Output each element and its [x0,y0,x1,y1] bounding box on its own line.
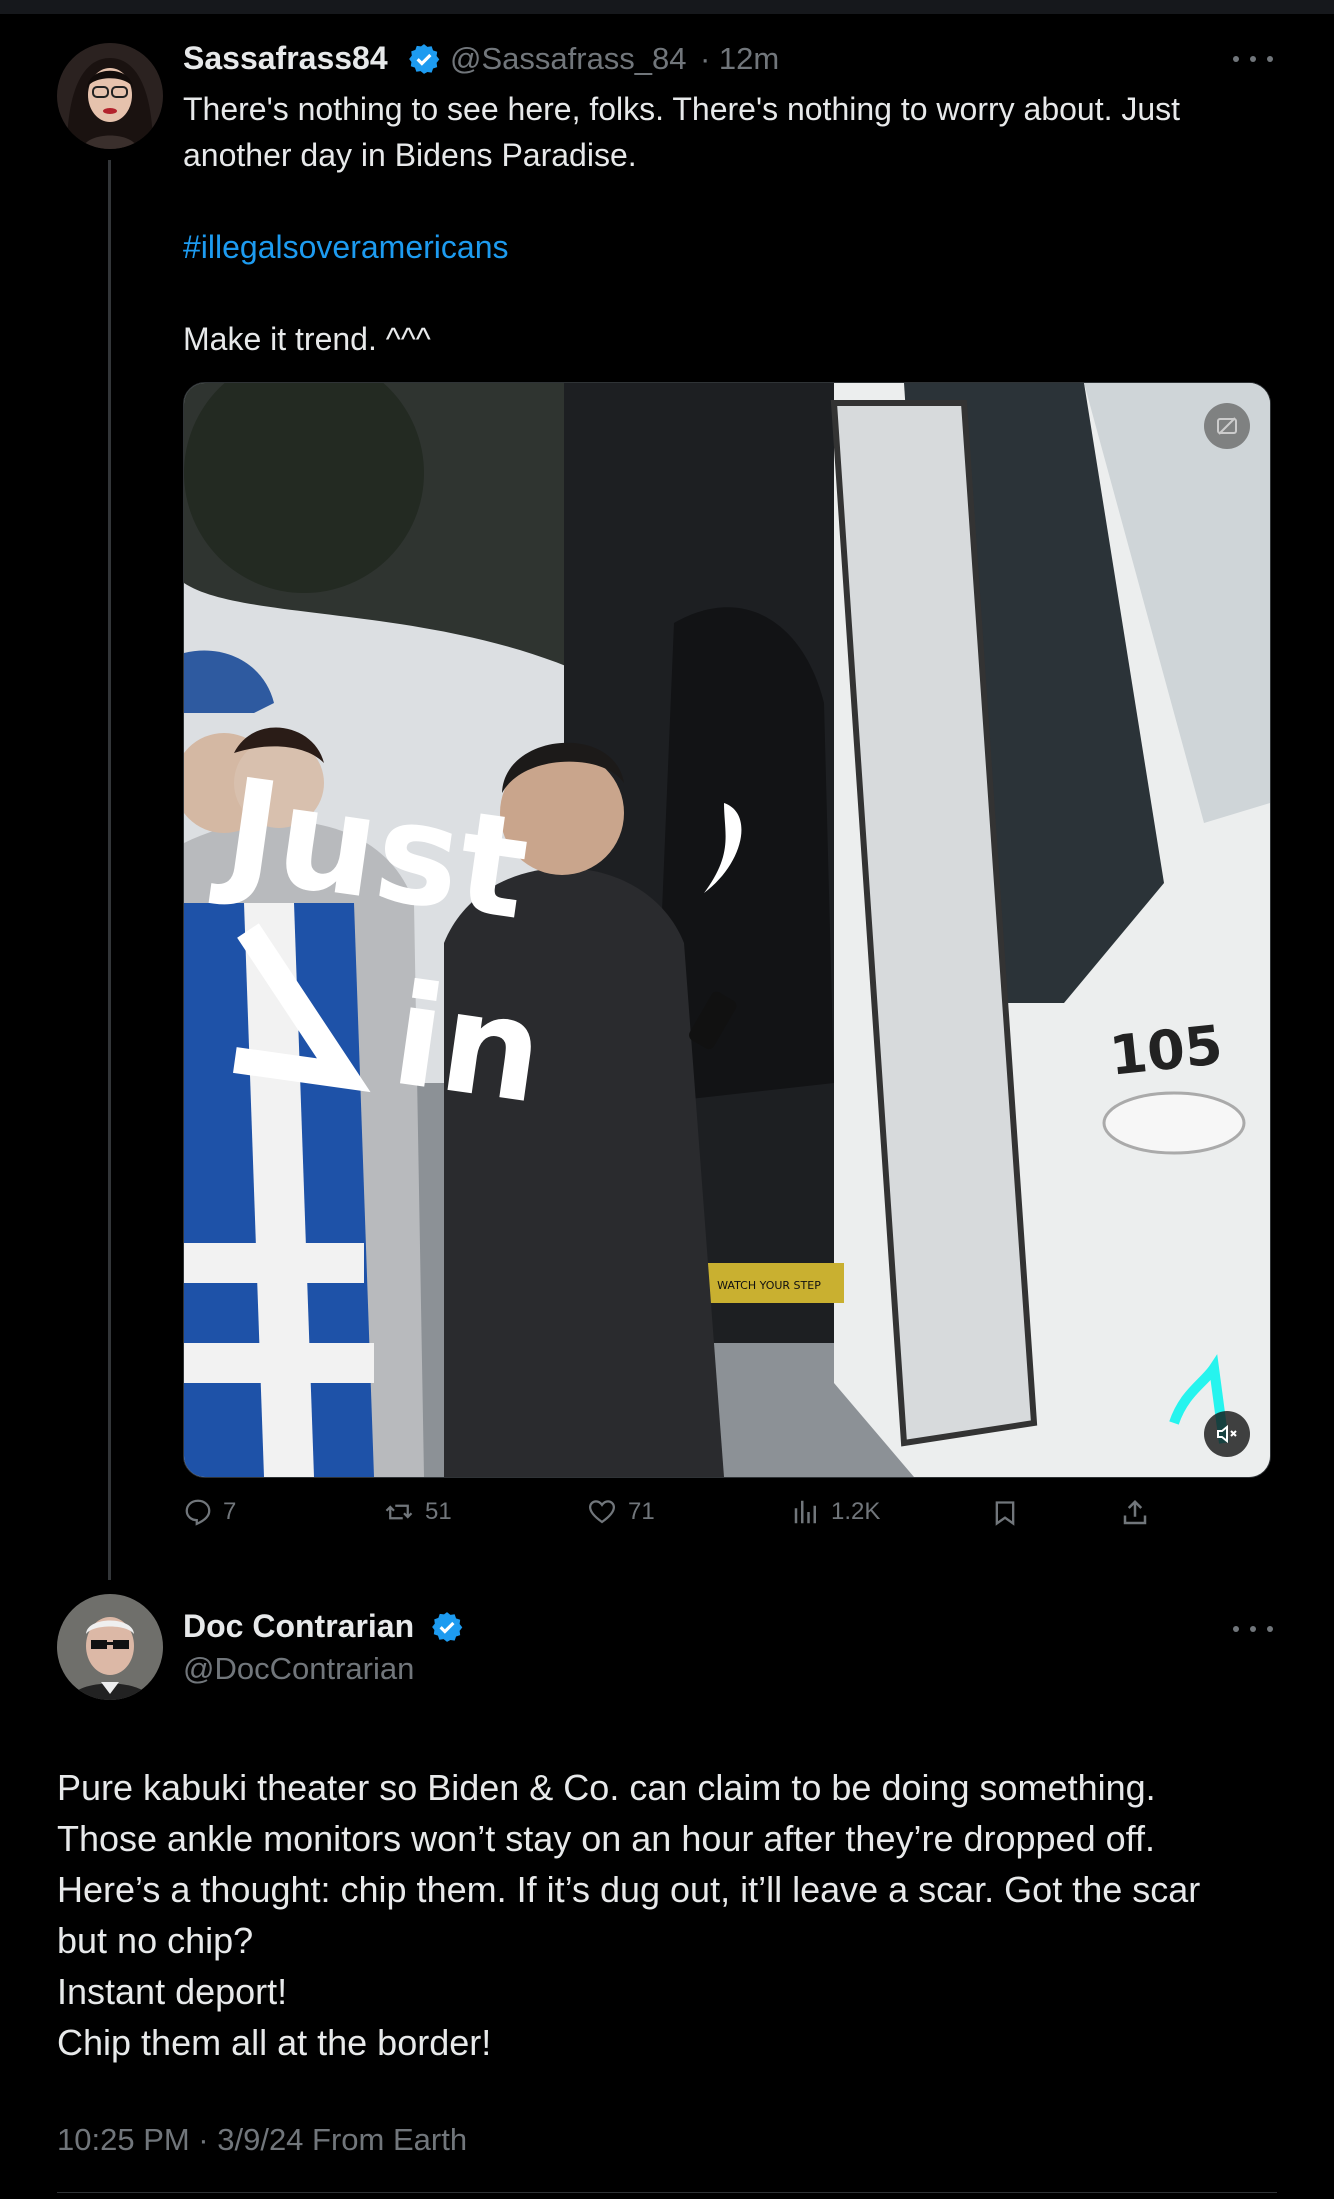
hashtag-link[interactable]: #illegalsoveramericans [183,224,508,270]
step-sign-text: WATCH YOUR STEP [717,1279,821,1292]
share-icon [1123,1499,1147,1525]
overlay-text-in: in [384,954,553,1136]
author-handle[interactable]: @DocContrarian [183,1651,414,1687]
bookmark-button[interactable] [991,1497,1019,1529]
tweet-text-line: another day in Bidens Paradise. [183,137,637,173]
reply-icon [185,1499,211,1526]
verified-badge-icon [430,1610,464,1644]
tweet-text-line: Pure kabuki theater so Biden & Co. can c… [57,1767,1156,1808]
more-options-icon[interactable] [1233,1619,1273,1639]
video-frame: WATCH YOUR STEP 105 Just in [184,383,1270,1477]
avatar[interactable] [57,1594,163,1700]
divider [57,2192,1277,2193]
tweet-text-line: Chip them all at the border! [57,2022,492,2063]
tweet-action-bar: 7 51 71 1.2K [183,1497,1183,1537]
tweet-text-line: There's nothing to see here, folks. Ther… [183,91,1181,127]
like-count: 71 [628,1498,655,1525]
mute-icon[interactable] [1204,1411,1250,1457]
reply-count: 7 [223,1498,237,1525]
tweet-text-line: Here’s a thought: chip them. If it’s dug… [57,1869,1201,1910]
tweet-body: Pure kabuki theater so Biden & Co. can c… [57,1762,1297,2068]
more-options-icon[interactable] [1233,49,1273,69]
tweet-text-line: Instant deport! [57,1971,288,2012]
author-name[interactable]: Doc Contrarian [183,1608,414,1645]
like-button[interactable]: 71 [586,1497,655,1527]
views-button[interactable]: 1.2K [791,1497,880,1527]
video-player[interactable]: WATCH YOUR STEP 105 Just in [183,382,1271,1478]
repost-icon [385,1504,413,1520]
heart-icon [588,1500,616,1524]
tweet-text-line: Make it trend. ^^^ [183,321,431,357]
tweet-text-line: but no chip? [57,1920,254,1961]
avatar[interactable] [57,43,163,149]
share-button[interactable] [1120,1497,1150,1529]
views-chart-icon [794,1500,816,1524]
top-edge-bar [0,0,1334,14]
bus-number-text: 105 [1107,1013,1226,1087]
thread-connector-line [108,160,111,1580]
alt-media-icon[interactable] [1204,403,1250,449]
author-name[interactable]: Sassafrass84 [183,40,388,77]
verified-badge-icon [407,42,441,76]
bookmark-icon [995,1501,1015,1526]
tweet-timestamp[interactable]: 10:25 PM · 3/9/24 From Earth [57,2122,467,2158]
repost-count: 51 [425,1498,452,1525]
tweet-text-line: Those ankle monitors won’t stay on an ho… [57,1818,1155,1859]
post-time[interactable]: · 12m [700,41,779,77]
reply-button[interactable]: 7 [183,1497,236,1527]
views-count: 1.2K [831,1498,881,1525]
repost-button[interactable]: 51 [383,1497,452,1527]
author-handle[interactable]: @Sassafrass_84 [450,41,687,77]
